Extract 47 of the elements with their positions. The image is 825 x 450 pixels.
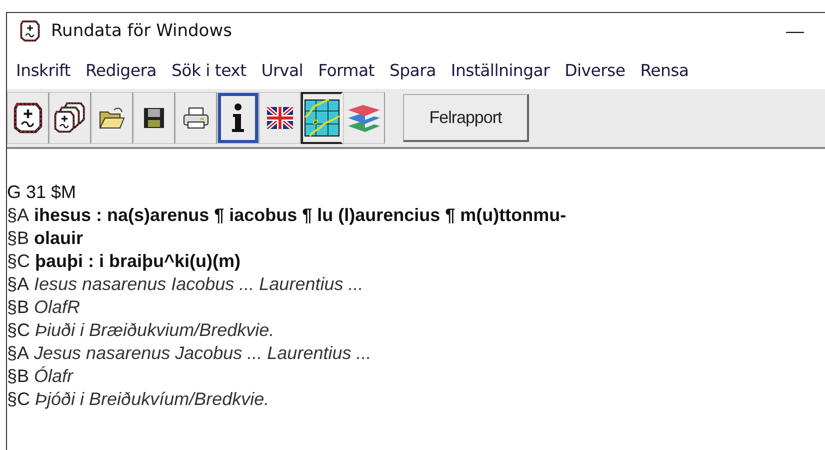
line-label: §C [7, 250, 30, 273]
printer-icon [182, 106, 210, 130]
map-button[interactable] [301, 92, 343, 144]
open-button[interactable] [91, 92, 133, 144]
new-button[interactable] [7, 92, 49, 144]
normalization-text: Þjóði i Breiðukvíum/Bredkvie. [35, 388, 270, 411]
transliteration-text: ihesus : na(s)arenus ¶ iacobus ¶ lu (l)aurencius ¶ m(u)ttonmu- [34, 204, 566, 227]
rune-stone-icon [12, 101, 44, 135]
menu-item[interactable]: Urval [261, 61, 304, 87]
line-label: §B [7, 365, 30, 388]
language-button[interactable] [259, 92, 301, 144]
normalization-text: OlafR [34, 296, 80, 319]
line-label: §B [7, 227, 30, 250]
flag-icon [267, 107, 293, 129]
menu-item[interactable]: Format [318, 61, 374, 87]
normalization-text: Ólafr [34, 365, 74, 388]
app-icon [19, 19, 41, 43]
folder-icon [98, 106, 126, 130]
normalization-text: Iesus nasarenus Iacobus ... Laurentius ... [34, 273, 364, 296]
menu-item[interactable]: Redigera [85, 61, 156, 87]
transliteration-text: þauþi : i braiþu^ki(u)(m) [35, 250, 241, 273]
menu-item[interactable]: Sök i text [172, 61, 246, 87]
line-label: §C [7, 319, 30, 342]
line-label: §A [7, 342, 30, 365]
info-icon [231, 103, 245, 133]
line-label: §B [7, 296, 30, 319]
transliteration-text: olauir [34, 227, 84, 250]
menu-item[interactable]: Spara [389, 61, 436, 87]
map-icon [304, 99, 340, 137]
inscription-id: G 31 $M [7, 181, 76, 204]
line-label: §A [7, 204, 30, 227]
menu-item[interactable]: Inskrift [16, 61, 70, 87]
minimize-button[interactable]: — [775, 20, 815, 42]
window-title: Rundata för Windows [51, 21, 233, 41]
save-button[interactable] [133, 92, 175, 144]
rune-stones-icon [53, 101, 87, 135]
print-button[interactable] [175, 92, 217, 144]
info-button[interactable] [217, 92, 259, 144]
menu-item[interactable]: Diverse [564, 61, 626, 87]
bug-report-button[interactable]: Felrapport [403, 94, 529, 142]
normalization-text: Þiuði i Bræiðukvium/Bredkvie. [35, 319, 274, 342]
menu-item[interactable]: Inställningar [450, 61, 550, 87]
menu-item[interactable]: Rensa [640, 61, 689, 87]
stones-button[interactable] [49, 92, 91, 144]
line-label: §A [7, 273, 30, 296]
line-label: §C [7, 388, 30, 411]
normalization-text: Jesus nasarenus Jacobus ... Laurentius ... [34, 342, 372, 365]
